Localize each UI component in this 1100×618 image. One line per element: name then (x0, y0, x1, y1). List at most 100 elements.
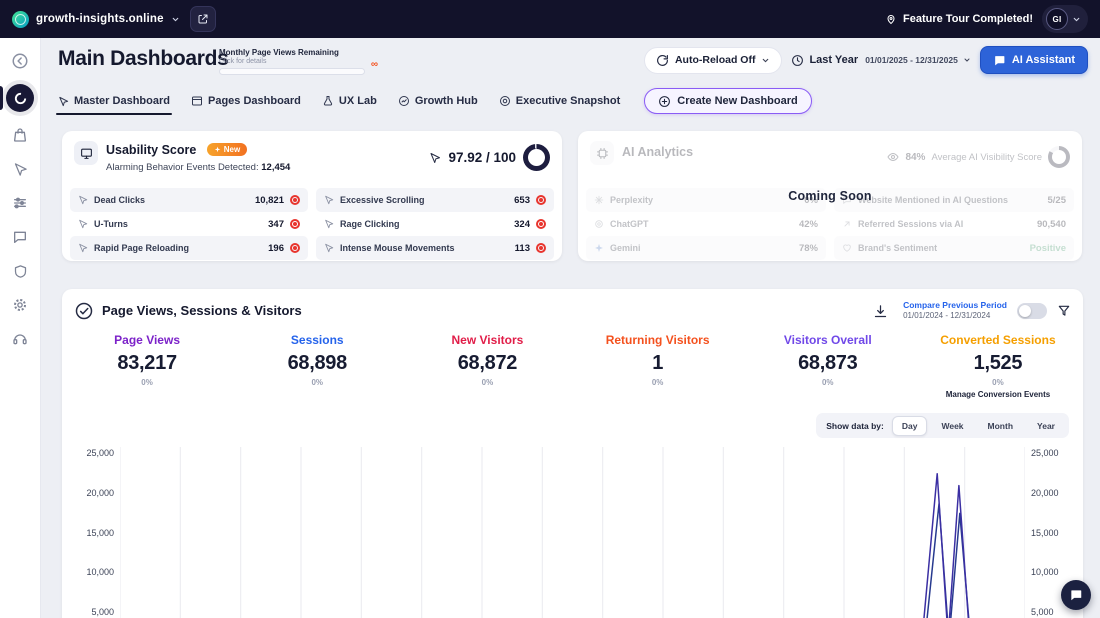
tab-ux-lab[interactable]: UX Lab (322, 95, 377, 107)
metric-row[interactable]: Rapid Page Reloading 196 (70, 236, 308, 260)
metric-row[interactable]: Excessive Scrolling 653 (316, 188, 554, 212)
granularity-week[interactable]: Week (931, 416, 973, 436)
sidebar-item-filters[interactable] (8, 191, 32, 215)
tab-label: Executive Snapshot (516, 95, 621, 107)
metric-new-visitors[interactable]: New Visitors 68,872 0% (402, 333, 572, 399)
account-menu[interactable]: GI (1042, 5, 1088, 33)
record-icon[interactable] (536, 195, 546, 205)
sidebar-item-security[interactable] (8, 259, 32, 283)
record-icon[interactable] (290, 219, 300, 229)
feature-tour-status[interactable]: Feature Tour Completed! (885, 13, 1033, 25)
traffic-line-chart[interactable] (120, 447, 1025, 618)
compare-toggle[interactable] (1017, 303, 1047, 319)
sidebar-item-ecommerce[interactable] (8, 123, 32, 147)
chevron-down-icon (963, 56, 971, 64)
granularity-month[interactable]: Month (978, 416, 1024, 436)
site-switcher[interactable]: growth-insights.online (12, 11, 180, 28)
traffic-title: Page Views, Sessions & Visitors (102, 303, 302, 318)
flask-icon (322, 95, 334, 107)
record-icon[interactable] (536, 219, 546, 229)
granularity-day[interactable]: Day (892, 416, 928, 436)
download-button[interactable] (867, 298, 893, 324)
dashboard-tabs: Master Dashboard Pages Dashboard UX Lab … (58, 88, 812, 114)
metric-icon (324, 195, 334, 205)
events-total: 12,454 (261, 162, 290, 173)
metric-converted-sessions[interactable]: Converted Sessions 1,525 0% Manage Conve… (913, 333, 1083, 399)
granularity-bar: Show data by: Day Week Month Year (816, 413, 1069, 438)
compare-period-block[interactable]: Compare Previous Period 01/01/2024 - 12/… (903, 300, 1007, 321)
period-label: Last Year (809, 54, 858, 66)
record-icon[interactable] (290, 243, 300, 253)
plus-circle-icon (658, 95, 671, 108)
metric-row[interactable]: Rage Clicking 324 (316, 212, 554, 236)
metric-visitors-overall[interactable]: Visitors Overall 68,873 0% (743, 333, 913, 399)
filter-button[interactable] (1057, 304, 1071, 318)
sidebar (0, 38, 41, 618)
usability-metrics-grid: Dead Clicks 10,821 Excessive Scrolling 6… (70, 188, 554, 260)
compare-range: 01/01/2024 - 12/31/2024 (903, 311, 1007, 321)
tab-label: Pages Dashboard (208, 95, 301, 107)
tab-pages-dashboard[interactable]: Pages Dashboard (191, 95, 301, 107)
usability-score-value: 97.92 / 100 (448, 150, 516, 165)
traffic-controls: Compare Previous Period 01/01/2024 - 12/… (867, 298, 1071, 324)
auto-reload-select[interactable]: Auto-Reload Off (644, 47, 783, 74)
support-chat-button[interactable] (1061, 580, 1091, 610)
refresh-icon (656, 54, 669, 67)
ai-assistant-label: AI Assistant (1012, 54, 1075, 66)
tab-master-dashboard[interactable]: Master Dashboard (58, 95, 170, 107)
feature-tour-label: Feature Tour Completed! (903, 13, 1033, 25)
metric-row[interactable]: Intense Mouse Movements 113 (316, 236, 554, 260)
funnel-icon (1057, 304, 1071, 318)
sidebar-item-settings[interactable] (8, 293, 32, 317)
tab-label: Master Dashboard (74, 95, 170, 107)
ai-assistant-button[interactable]: AI Assistant (980, 46, 1088, 74)
open-site-button[interactable] (190, 6, 216, 32)
sidebar-collapse-button[interactable] (8, 50, 32, 72)
metric-row[interactable]: Dead Clicks 10,821 (70, 188, 308, 212)
chat-bubble-icon (1069, 588, 1083, 602)
show-data-by-label: Show data by: (826, 421, 884, 431)
metric-sessions[interactable]: Sessions 68,898 0% (232, 333, 402, 399)
new-badge: New (207, 143, 247, 156)
tab-growth-hub[interactable]: Growth Hub (398, 95, 478, 107)
metric-page-views[interactable]: Page Views 83,217 0% (62, 333, 232, 399)
gear-icon (12, 297, 28, 313)
metric-row[interactable]: U-Turns 347 (70, 212, 308, 236)
shopping-bag-icon (12, 127, 28, 143)
headset-icon (12, 331, 28, 347)
header-controls: Auto-Reload Off Last Year 01/01/2025 - 1… (644, 46, 1088, 74)
record-icon[interactable] (290, 195, 300, 205)
metric-returning-visitors[interactable]: Returning Visitors 1 0% (573, 333, 743, 399)
auto-reload-label: Auto-Reload Off (675, 54, 756, 66)
donut-chart-icon (13, 91, 28, 106)
record-icon[interactable] (536, 243, 546, 253)
sidebar-item-feedback[interactable] (8, 225, 32, 249)
aperture-icon (499, 95, 511, 107)
avatar: GI (1046, 8, 1068, 30)
quota-details-link[interactable]: Click for details (219, 58, 389, 65)
tab-executive-snapshot[interactable]: Executive Snapshot (499, 95, 621, 107)
coming-soon-overlay: Coming Soon (578, 131, 1082, 261)
sidebar-item-click-tracking[interactable] (8, 157, 32, 181)
traffic-chart-area[interactable]: 25,000 20,000 15,000 10,000 5,000 25,000… (72, 447, 1073, 618)
create-new-dashboard-button[interactable]: Create New Dashboard (644, 88, 811, 114)
granularity-year[interactable]: Year (1027, 416, 1065, 436)
monitor-icon (80, 147, 93, 160)
external-link-icon (197, 13, 209, 25)
ai-analytics-card: AI Analytics 84% Average AI Visibility S… (578, 131, 1082, 261)
growth-circle-icon (398, 95, 410, 107)
date-range-picker[interactable]: Last Year 01/01/2025 - 12/31/2025 (791, 54, 970, 67)
download-icon (873, 304, 888, 319)
sidebar-item-dashboards[interactable] (6, 84, 34, 112)
compare-label: Compare Previous Period (903, 300, 1007, 311)
arrow-left-circle-icon (11, 52, 29, 70)
site-name: growth-insights.online (36, 13, 164, 25)
usability-score-gauge (523, 144, 550, 171)
tab-label: Growth Hub (415, 95, 478, 107)
quota-widget[interactable]: Monthly Page Views Remaining Click for d… (219, 48, 389, 75)
manage-conversion-events-link[interactable]: Manage Conversion Events (913, 390, 1083, 399)
usability-title: Usability Score (106, 143, 196, 157)
sidebar-item-support[interactable] (8, 327, 32, 351)
create-new-dashboard-label: Create New Dashboard (677, 95, 797, 107)
tab-label: UX Lab (339, 95, 377, 107)
